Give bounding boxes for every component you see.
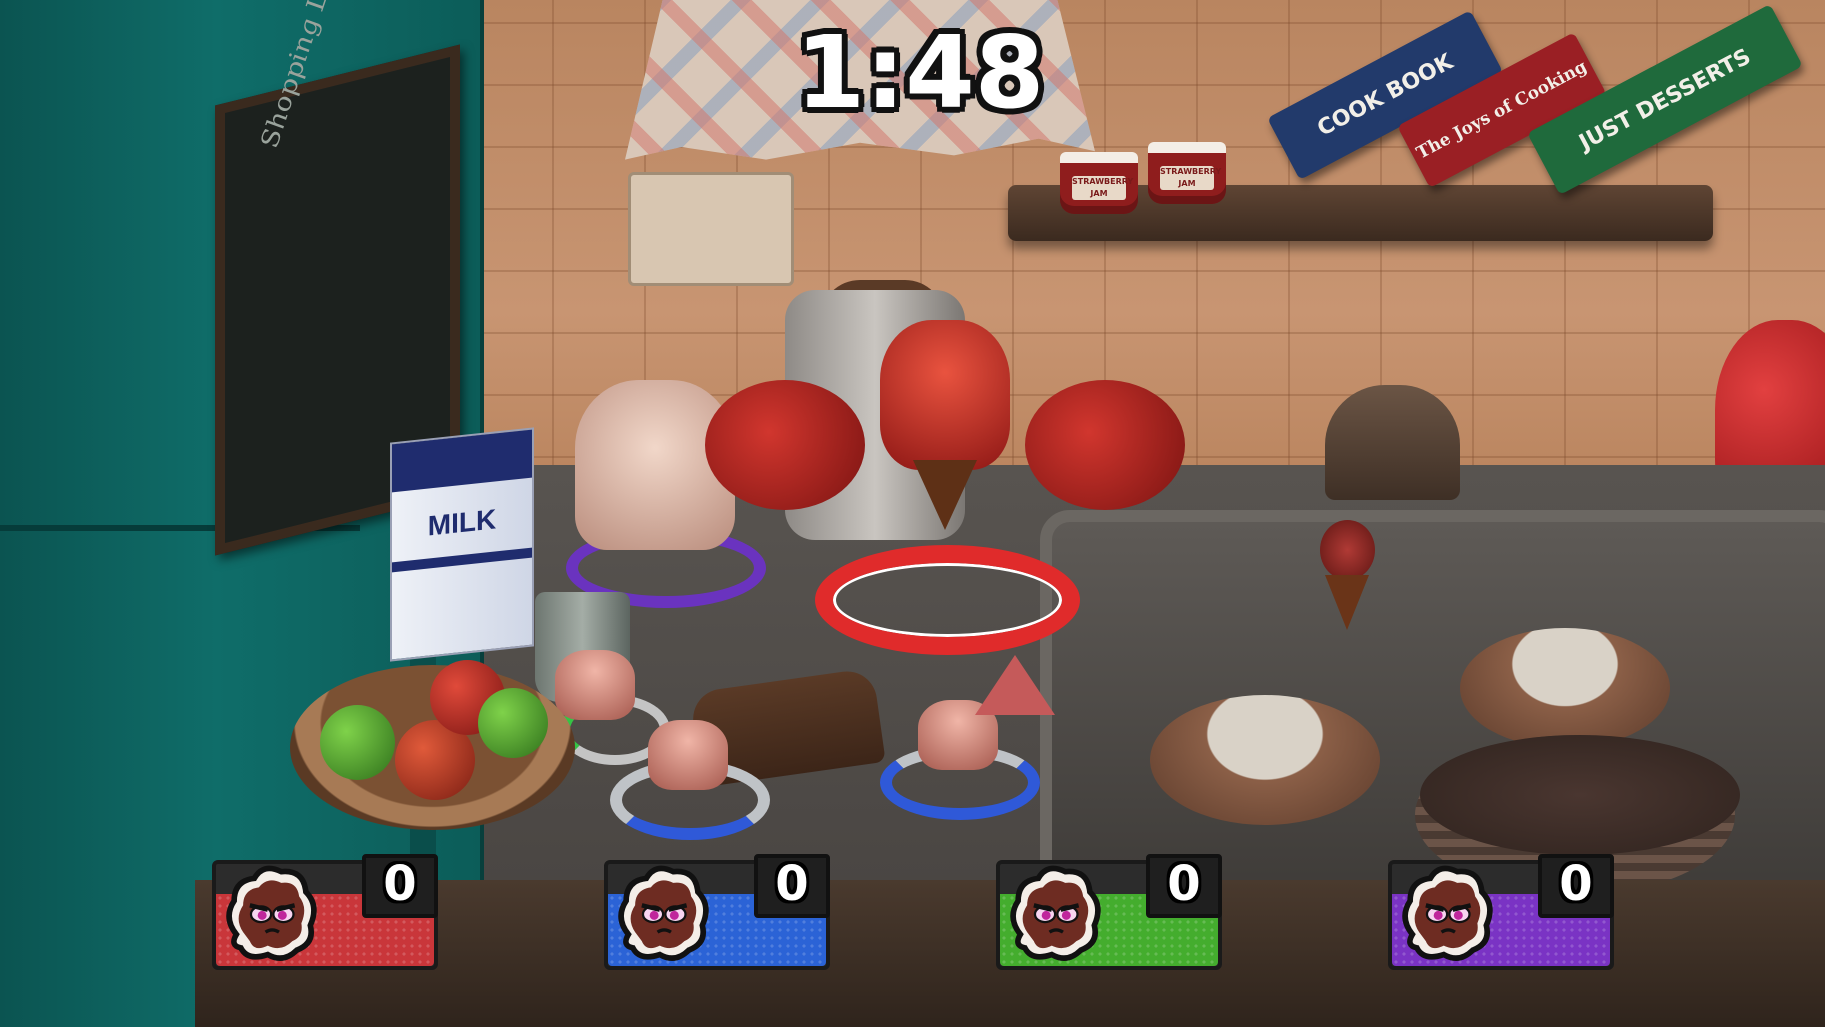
blue-cupcake-character xyxy=(648,720,728,790)
red-ice-cream-monster xyxy=(705,310,1185,550)
small-ice-cream-enemy xyxy=(1245,520,1440,630)
angry-cupcake-monster-icon xyxy=(1010,865,1101,961)
top-plate xyxy=(1420,735,1740,855)
player-score: 0 xyxy=(1167,856,1201,912)
player-3-score-card: 0 xyxy=(996,854,1222,970)
player-4-score-card: 0 xyxy=(1388,854,1614,970)
red-player-ring xyxy=(815,545,1080,655)
faucet xyxy=(1325,385,1460,500)
player-score: 0 xyxy=(383,856,417,912)
angry-cupcake-monster-icon xyxy=(1402,865,1493,961)
milk-carton: MILK xyxy=(390,427,534,662)
mixing-bowl xyxy=(1460,628,1670,748)
angry-cupcake-monster-icon xyxy=(618,865,709,961)
player-score: 0 xyxy=(775,856,809,912)
jam-label: STRAWBERRY JAM xyxy=(1160,166,1222,190)
mixing-bowl xyxy=(1150,695,1380,825)
green-cupcake-character xyxy=(555,650,635,720)
player-1-score-card: 0 xyxy=(212,854,438,970)
green-apple xyxy=(478,688,548,758)
cake-slice xyxy=(975,655,1055,715)
round-timer: 1:48 xyxy=(795,14,1045,131)
player-2-score-card: 0 xyxy=(604,854,830,970)
milk-label: MILK xyxy=(427,503,497,542)
player-score: 0 xyxy=(1559,856,1593,912)
wall-outlet xyxy=(628,172,794,286)
angry-cupcake-monster-icon xyxy=(226,865,317,961)
jam-jar: STRAWBERRY JAM xyxy=(1148,142,1226,204)
green-apple xyxy=(320,705,395,780)
jam-jar: STRAWBERRY JAM xyxy=(1060,152,1138,214)
jam-label: STRAWBERRY JAM xyxy=(1072,176,1134,200)
